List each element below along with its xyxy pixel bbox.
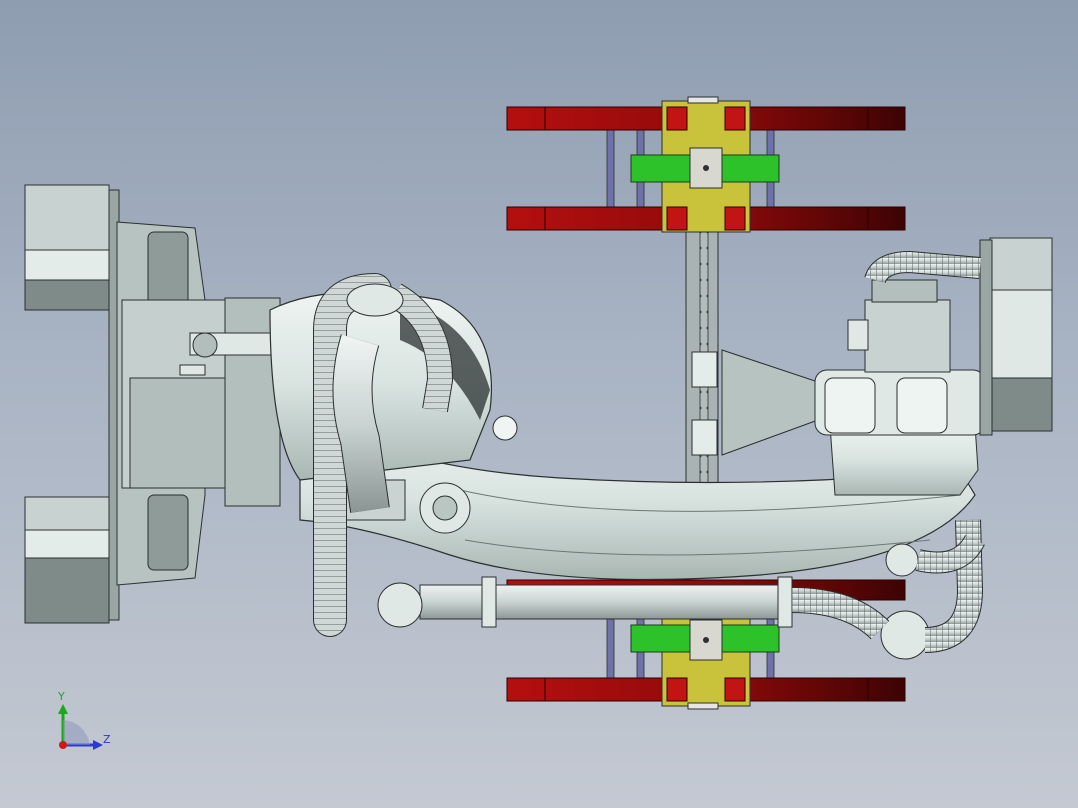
rod [606, 127, 615, 209]
triad-z-label: Z [103, 733, 111, 746]
coordinate-triad-icon: Y Z [57, 690, 111, 750]
triad-y-label: Y [57, 690, 65, 703]
model-render[interactable]: Y Z [0, 0, 1078, 808]
cad-viewport[interactable]: Y Z [0, 0, 1078, 808]
rod [606, 616, 615, 680]
left-gripper-block[interactable] [24, 184, 281, 624]
